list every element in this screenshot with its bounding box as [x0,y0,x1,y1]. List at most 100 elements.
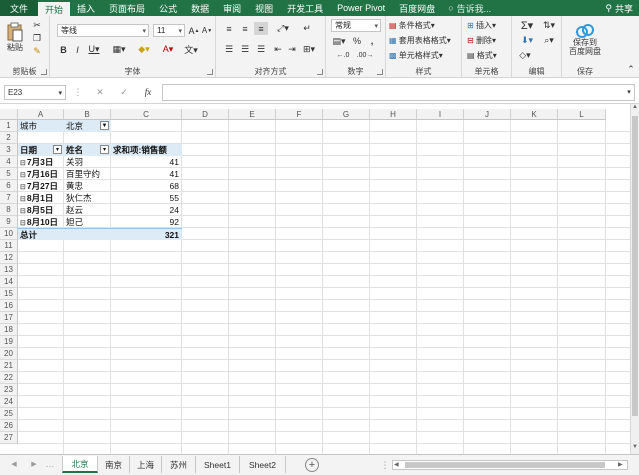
tell-me-box[interactable]: ○ 告诉我... [442,0,497,16]
clear-icon[interactable]: ◇▾ [516,49,534,61]
row-header-15[interactable]: 15 [0,288,18,300]
row-header-20[interactable]: 20 [0,348,18,360]
cancel-icon[interactable]: ✕ [94,86,106,98]
next-sheet-icon[interactable]: ▶ [30,459,38,469]
insert-cells-button[interactable]: ⊞ 插入 ▾ [467,19,496,31]
scroll-up-icon[interactable]: ▲ [631,104,639,113]
bold-icon[interactable]: B [58,43,69,56]
font-launcher-icon[interactable] [207,69,213,75]
tab-view[interactable]: 视图 [248,0,280,16]
prev-sheet-icon[interactable]: ◀ [10,459,18,469]
row-header-16[interactable]: 16 [0,300,18,312]
pivot-row-value[interactable]: 92 [111,216,182,228]
row-header-23[interactable]: 23 [0,384,18,396]
sheet-tab-shanghai[interactable]: 上海 [130,456,162,473]
pivot-row-name[interactable]: 狄仁杰 [64,192,111,204]
name-filter-dropdown-icon[interactable]: ▾ [100,145,109,154]
pivot-row-name[interactable]: 黄忠 [64,180,111,192]
row-header-17[interactable]: 17 [0,312,18,324]
cut-icon[interactable]: ✂ [30,20,44,31]
add-sheet-icon[interactable]: + [305,458,319,472]
pivot-filter-value[interactable]: 北京 ▼ [64,120,111,132]
italic-icon[interactable]: I [72,43,83,56]
pivot-row-date[interactable]: ⊟7月16日 [18,168,64,180]
row-header-5[interactable]: 5 [0,168,18,180]
row-header-9[interactable]: 9 [0,216,18,228]
pivot-total-value[interactable]: 321 [111,228,182,240]
pivot-row-value[interactable]: 41 [111,168,182,180]
orientation-icon[interactable]: ⤢▾ [274,22,292,35]
alignment-launcher-icon[interactable] [317,69,323,75]
cell-style-button[interactable]: ▩ 单元格样式 ▾ [389,49,443,61]
row-header-11[interactable]: 11 [0,240,18,252]
collapse-minus-icon[interactable]: ⊟ [20,160,26,167]
column-header-a[interactable]: A [18,109,64,120]
sheet-tab-sheet1[interactable]: Sheet1 [196,456,240,473]
font-color-icon[interactable]: A▾ [158,43,178,56]
sheet-tab-nanjing[interactable]: 南京 [98,456,130,473]
column-header-c[interactable]: C [111,109,182,120]
row-header-12[interactable]: 12 [0,252,18,264]
collapse-ribbon-icon[interactable]: ⌃ [626,64,636,74]
column-header-f[interactable]: F [276,109,323,120]
select-all-corner[interactable] [0,109,18,120]
autosum-icon[interactable]: Σ▾ [516,19,538,32]
find-icon[interactable]: ⌕▾ [540,34,558,46]
share-button[interactable]: ⚲ 共享 [599,0,639,16]
sheet-tab-sheet2[interactable]: Sheet2 [240,456,286,473]
row-header-7[interactable]: 7 [0,192,18,204]
collapse-minus-icon[interactable]: ⊟ [20,196,26,203]
row-header-8[interactable]: 8 [0,204,18,216]
align-center-icon[interactable]: ☰ [238,43,252,56]
tab-page-layout[interactable]: 页面布局 [102,0,152,16]
percent-button[interactable]: % [351,35,363,47]
column-header-h[interactable]: H [370,109,417,120]
expand-formula-icon[interactable]: ▾ [624,87,634,97]
vertical-scroll-thumb[interactable] [632,116,638,416]
collapse-minus-icon[interactable]: ⊟ [20,220,26,227]
sheet-tab-beijing[interactable]: 北京 [62,456,98,473]
increase-decimal-icon[interactable]: ←.0 [334,49,352,61]
column-header-k[interactable]: K [511,109,558,120]
row-header-1[interactable]: 1 [0,120,18,132]
row-header-3[interactable]: 3 [0,144,18,156]
pivot-row-value[interactable]: 68 [111,180,182,192]
scroll-right-icon[interactable]: ▶ [618,461,626,469]
collapse-minus-icon[interactable]: ⊟ [20,208,26,215]
decrease-indent-icon[interactable]: ⇤ [272,43,284,56]
sheet-tab-suzhou[interactable]: 苏州 [162,456,196,473]
align-middle-icon[interactable]: ≡ [238,22,252,35]
increase-indent-icon[interactable]: ⇥ [286,43,298,56]
font-name-combo[interactable]: 等线 ▾ [57,24,149,37]
row-header-18[interactable]: 18 [0,324,18,336]
pivot-row-value[interactable]: 41 [111,156,182,168]
increase-font-icon[interactable]: A ▲ [188,24,200,37]
pivot-row-date[interactable]: ⊟8月5日 [18,204,64,216]
copy-icon[interactable]: ❐ [30,33,44,44]
align-right-icon[interactable]: ☰ [254,43,268,56]
row-header-13[interactable]: 13 [0,264,18,276]
save-to-baidu-button[interactable]: 保存到 百度网盘 [565,20,605,60]
decrease-font-icon[interactable]: A ▼ [201,24,213,37]
pivot-total-blank[interactable] [64,228,111,240]
tab-data[interactable]: 数据 [184,0,216,16]
tab-split-handle-icon[interactable]: ⋮ [381,459,390,471]
decrease-decimal-icon[interactable]: .00→ [356,49,374,61]
pivot-header-value[interactable]: 求和项:销售额 [111,144,182,156]
pivot-header-name[interactable]: 姓名 ▾ [64,144,111,156]
delete-cells-button[interactable]: ⊟ 删除 ▾ [467,34,496,46]
date-filter-dropdown-icon[interactable]: ▾ [53,145,62,154]
pivot-row-name[interactable]: 赵云 [64,204,111,216]
more-sheets-icon[interactable]: … [46,459,55,469]
row-header-21[interactable]: 21 [0,360,18,372]
tab-insert[interactable]: 插入 [70,0,102,16]
column-header-i[interactable]: I [417,109,464,120]
column-header-e[interactable]: E [229,109,276,120]
collapse-minus-icon[interactable]: ⊟ [20,184,26,191]
fill-icon[interactable]: ⬇▾ [516,34,538,46]
pivot-header-date[interactable]: 日期 ▾ [18,144,64,156]
tab-developer[interactable]: 开发工具 [280,0,330,16]
formula-input[interactable] [162,84,635,101]
comma-button[interactable]: , [366,35,378,47]
pivot-row-value[interactable]: 24 [111,204,182,216]
